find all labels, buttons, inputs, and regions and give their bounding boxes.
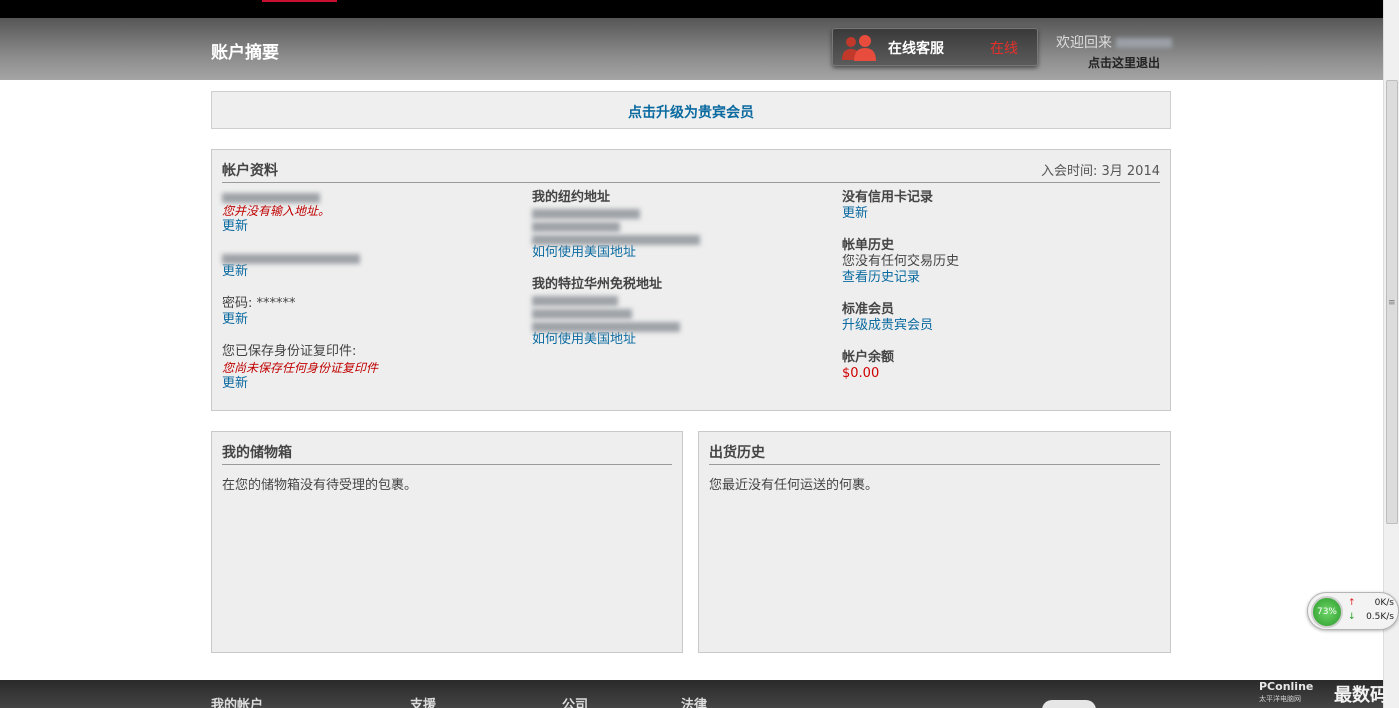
page-footer: 我的帐户 支援 公司 法律	[0, 680, 1383, 708]
id-not-saved-warning: 您尚未保存任何身份证复印件	[222, 361, 379, 375]
password-text: 密码: ******	[222, 296, 296, 311]
panel-divider	[709, 464, 1160, 465]
ny-address-title: 我的纽约地址	[532, 190, 611, 205]
shipping-empty-text: 您最近没有任何运送的何裹。	[709, 478, 879, 493]
update-email-link[interactable]: 更新	[222, 264, 378, 280]
footer-support[interactable]: 支援	[410, 694, 436, 708]
upload-speed: 0K/s	[1374, 598, 1394, 608]
join-date: 入会时间: 3月 2014	[1041, 164, 1160, 179]
de-address-line2-redacted	[532, 309, 632, 319]
chat-bubble-icon[interactable]	[1042, 700, 1096, 708]
update-card-link[interactable]: 更新	[842, 206, 959, 222]
storage-panel: 我的储物箱 在您的储物箱没有待受理的包裹。	[211, 431, 683, 653]
shipping-title: 出货历史	[709, 445, 765, 461]
page-title: 账户摘要	[211, 43, 279, 63]
update-address-link[interactable]: 更新	[222, 219, 378, 235]
logout-link[interactable]: 点击这里退出	[1088, 54, 1160, 71]
membership-title: 标准会员	[842, 302, 895, 317]
footer-company[interactable]: 公司	[562, 694, 588, 708]
id-saved-label: 您已保存身份证复印件:	[222, 344, 357, 359]
de-address-line3-redacted	[532, 322, 680, 332]
ny-address-line1-redacted	[532, 209, 640, 219]
view-history-link[interactable]: 查看历史记录	[842, 270, 959, 286]
de-address-title: 我的特拉华州免税地址	[532, 277, 663, 292]
account-col-billing: 没有信用卡记录 更新 帐单历史 您没有任何交易历史 查看历史记录 标准会员 升级…	[842, 190, 959, 382]
nav-tab-accent	[262, 0, 337, 2]
balance-title: 帐户余额	[842, 350, 895, 365]
username-redacted	[1116, 38, 1172, 48]
footer-legal[interactable]: 法律	[681, 694, 707, 708]
balance-value: $0.00	[842, 366, 880, 381]
upgrade-banner: 点击升级为贵宾会员	[211, 91, 1171, 129]
upgrade-vip-link[interactable]: 点击升级为贵宾会员	[628, 105, 754, 121]
watermark-site-sub: 太平洋电脑网	[1259, 695, 1301, 703]
page-header: 账户摘要 在线客服 在线 欢迎回来 点击这里退出	[0, 18, 1383, 80]
name-redacted	[222, 193, 320, 203]
credit-card-title: 没有信用卡记录	[842, 190, 934, 205]
ny-how-to-link[interactable]: 如何使用美国地址	[532, 245, 700, 261]
welcome-label: 欢迎回来	[1056, 35, 1112, 51]
network-speed-widget[interactable]: 73% ↑ 0K/s ↓ 0.5K/s	[1307, 592, 1399, 630]
no-address-warning: 您并没有输入地址。	[222, 204, 331, 218]
billing-history-title: 帐单历史	[842, 238, 895, 253]
panel-divider	[222, 464, 672, 465]
footer-my-account[interactable]: 我的帐户	[211, 694, 263, 708]
update-id-link[interactable]: 更新	[222, 376, 378, 392]
online-support-button[interactable]: 在线客服 在线	[832, 28, 1038, 66]
account-info-title: 帐户资料	[222, 163, 278, 179]
account-col-addresses: 我的纽约地址 如何使用美国地址 我的特拉华州免税地址 如何使用美国地址	[532, 190, 700, 348]
de-how-to-link[interactable]: 如何使用美国地址	[532, 332, 700, 348]
panel-divider	[222, 182, 1160, 183]
email-redacted	[222, 254, 360, 264]
site-watermark: PConline 太平洋电脑网 最数码	[1256, 678, 1399, 708]
watermark-site: PConline	[1259, 680, 1314, 693]
update-password-link[interactable]: 更新	[222, 312, 378, 328]
download-speed: 0.5K/s	[1366, 612, 1394, 622]
support-status: 在线	[990, 41, 1018, 57]
ny-address-line2-redacted	[532, 222, 620, 232]
account-col-profile: 您并没有输入地址。 更新 更新 密码: ****** 更新 您已保存身份证复印件…	[222, 190, 378, 392]
upgrade-member-link[interactable]: 升级成贵宾会员	[842, 318, 959, 334]
welcome-text: 欢迎回来	[1056, 32, 1172, 52]
account-info-panel: 帐户资料 入会时间: 3月 2014 您并没有输入地址。 更新 更新 密码: *…	[211, 149, 1171, 411]
usage-gauge-icon: 73%	[1311, 596, 1343, 628]
watermark-brand: 最数码	[1334, 685, 1388, 706]
storage-empty-text: 在您的储物箱没有待受理的包裹。	[222, 478, 418, 493]
support-label: 在线客服	[888, 41, 944, 57]
scrollbar-grip-icon: ≡	[1388, 298, 1396, 308]
support-person-icon	[842, 35, 876, 61]
storage-title: 我的储物箱	[222, 445, 292, 461]
ny-address-line3-redacted	[532, 235, 700, 245]
de-address-line1-redacted	[532, 296, 618, 306]
no-history-text: 您没有任何交易历史	[842, 254, 960, 269]
shipping-panel: 出货历史 您最近没有任何运送的何裹。	[698, 431, 1171, 653]
browser-top-bar	[0, 0, 1383, 18]
